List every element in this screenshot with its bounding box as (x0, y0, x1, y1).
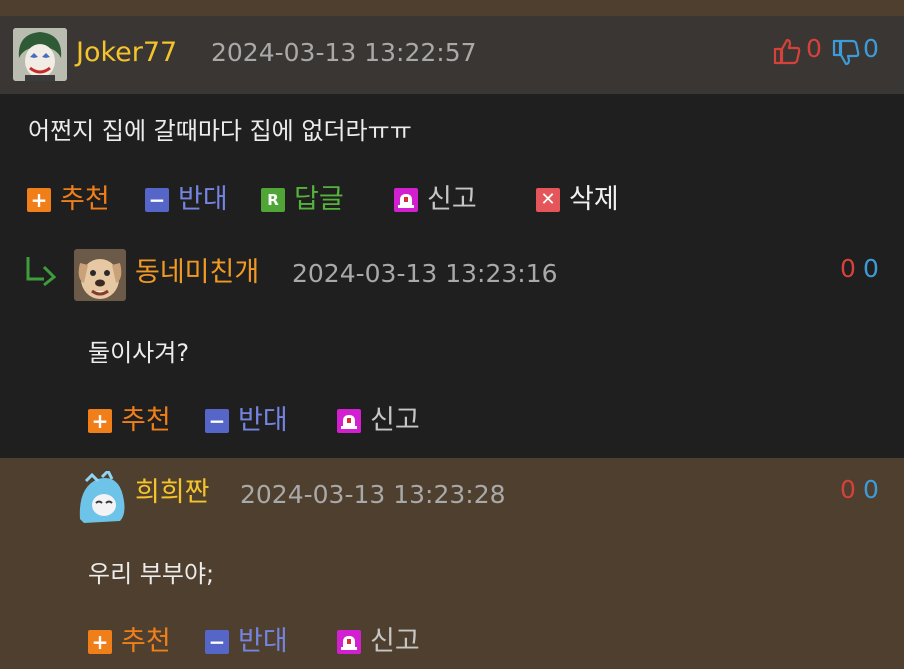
reply-icon: R (261, 188, 285, 212)
comment-timestamp: 2024-03-13 13:22:57 (211, 38, 477, 67)
reply-arrow-icon (24, 255, 62, 291)
report-button[interactable]: 신고 (337, 625, 420, 659)
avatar[interactable] (74, 249, 126, 301)
minus-icon: − (205, 409, 229, 433)
joker-avatar-icon (13, 28, 67, 81)
siren-icon (337, 409, 361, 433)
oppose-button[interactable]: − 반대 (205, 625, 288, 659)
upvote-count: 0 (840, 475, 856, 504)
delete-button[interactable]: ✕ 삭제 (536, 183, 619, 217)
avatar[interactable] (76, 471, 128, 523)
recommend-button[interactable]: + 추천 (88, 404, 171, 438)
minus-icon: − (145, 188, 169, 212)
username-dongne[interactable]: 동네미친개 (135, 256, 259, 290)
top-divider-band (0, 0, 904, 16)
report-button[interactable]: 신고 (337, 404, 420, 438)
comment-timestamp: 2024-03-13 13:23:28 (240, 480, 506, 509)
reply-button[interactable]: R 답글 (261, 183, 344, 217)
thumbs-up-icon[interactable] (772, 36, 802, 70)
comment-text: 둘이사겨? (88, 339, 190, 367)
comment-text: 우리 부부야; (88, 560, 215, 588)
upvote-count: 0 (840, 254, 856, 283)
recommend-button[interactable]: + 추천 (27, 183, 110, 217)
recommend-button[interactable]: + 추천 (88, 625, 171, 659)
siren-icon (337, 630, 361, 654)
oppose-button[interactable]: − 반대 (145, 183, 228, 217)
downvote-count: 0 (863, 475, 879, 504)
close-icon: ✕ (536, 188, 560, 212)
avatar[interactable] (13, 28, 67, 81)
comment-timestamp: 2024-03-13 13:23:16 (292, 259, 558, 288)
oppose-button[interactable]: − 반대 (205, 404, 288, 438)
siren-icon (394, 188, 418, 212)
downvote-count: 0 (863, 254, 879, 283)
report-button[interactable]: 신고 (394, 183, 477, 217)
thumbs-down-icon[interactable] (831, 38, 861, 72)
minus-icon: − (205, 630, 229, 654)
username-joker77[interactable]: Joker77 (76, 36, 177, 70)
plus-icon: + (27, 188, 51, 212)
username-huihuijjan[interactable]: 희희짠 (135, 476, 210, 510)
anime-avatar-icon (76, 471, 128, 523)
plus-icon: + (88, 630, 112, 654)
dog-avatar-icon (74, 249, 126, 301)
comment-text: 어쩐지 집에 갈때마다 집에 없더라ㅠㅠ (28, 117, 412, 145)
downvote-count: 0 (863, 34, 879, 63)
upvote-count: 0 (806, 34, 822, 63)
plus-icon: + (88, 409, 112, 433)
